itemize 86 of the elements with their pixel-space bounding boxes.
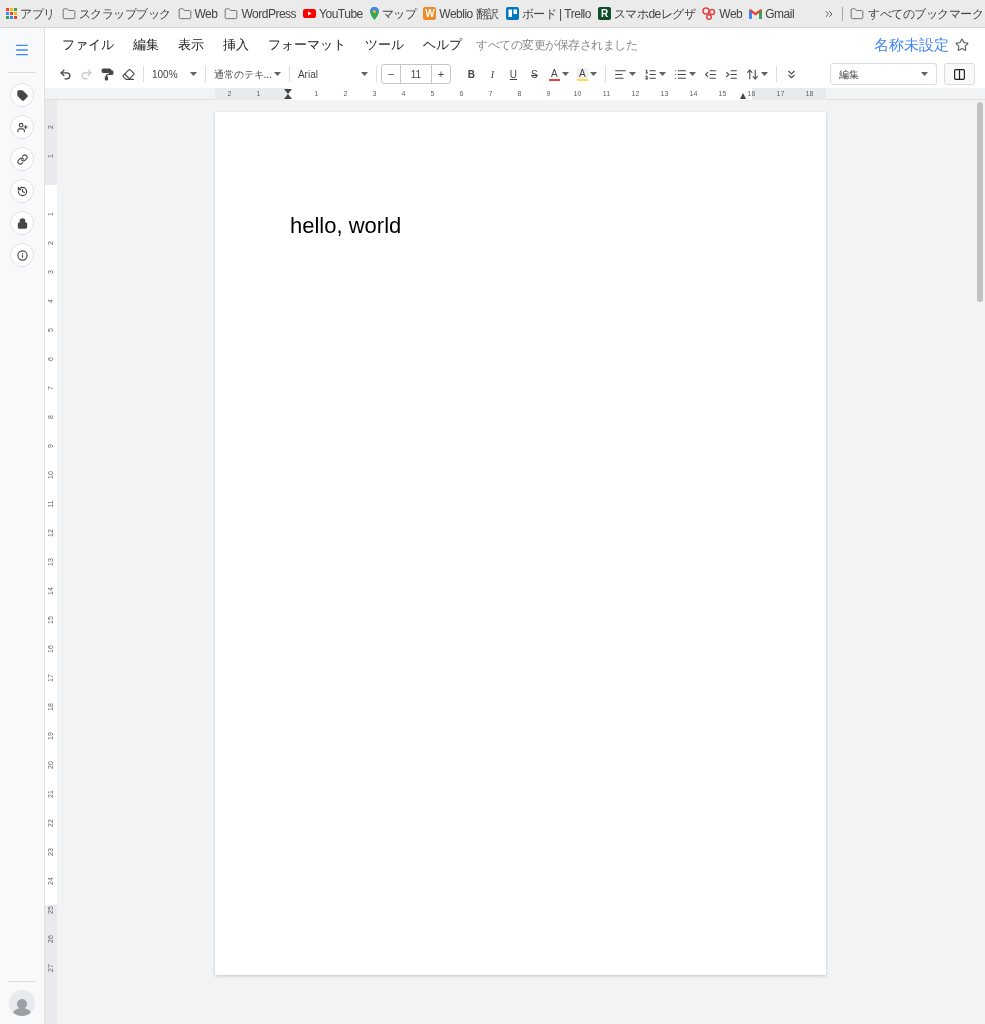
menu-item[interactable]: 表示 — [178, 35, 204, 55]
decrease-size-button[interactable]: − — [381, 65, 401, 83]
menu-item[interactable]: 編集 — [133, 35, 159, 55]
link-button[interactable] — [10, 147, 34, 171]
folder-icon — [61, 6, 76, 21]
style-dropdown[interactable]: 通常のテキ... — [209, 62, 285, 86]
folder-icon — [850, 6, 864, 21]
eraser-icon — [122, 67, 135, 81]
lock-icon — [16, 217, 28, 229]
tag-icon — [16, 89, 28, 101]
redo-icon — [80, 67, 93, 81]
italic-button[interactable]: I — [481, 62, 503, 86]
link-icon — [16, 153, 28, 165]
caret-icon — [561, 72, 569, 76]
caret-icon — [658, 72, 666, 76]
board-icon — [505, 7, 519, 20]
all-bookmarks-link[interactable]: すべてのブックマーク — [850, 4, 983, 23]
info-icon — [16, 249, 28, 261]
strikethrough-button[interactable]: S — [523, 62, 545, 86]
panel-toggle-button[interactable] — [944, 63, 975, 85]
bookmark-link[interactable]: Web — [702, 4, 743, 23]
menu-icon — [14, 42, 30, 58]
menu-item[interactable]: ファイル — [62, 35, 114, 55]
mail-icon — [749, 8, 763, 19]
lock-button[interactable] — [10, 211, 34, 235]
logo-icon: W — [423, 7, 437, 20]
document-text[interactable]: hello, world — [290, 209, 826, 242]
bookmark-link[interactable]: マップ — [369, 4, 417, 23]
caret-icon — [921, 72, 928, 76]
caret-icon — [688, 72, 696, 76]
circles-icon — [702, 7, 717, 20]
document-title[interactable]: 名称未設定 — [874, 33, 949, 57]
apps-grid-icon — [6, 8, 17, 19]
text-color-button[interactable]: A — [544, 62, 573, 86]
add-person-button[interactable] — [10, 115, 34, 139]
bookmark-link[interactable]: WordPress — [224, 4, 297, 23]
increase-indent-icon — [724, 67, 738, 81]
undo-icon — [59, 67, 72, 81]
caret-icon — [589, 72, 597, 76]
bulleted-list-icon — [673, 67, 687, 81]
star-button[interactable] — [955, 38, 969, 52]
caret-icon — [628, 72, 636, 76]
decrease-indent-icon — [703, 67, 717, 81]
bookmark-link[interactable]: スクラップブック — [61, 4, 171, 23]
numbered-list-icon — [643, 67, 657, 81]
caret-icon — [273, 72, 281, 76]
bold-button[interactable]: B — [460, 62, 482, 86]
folder-icon — [177, 6, 192, 21]
font-size-stepper[interactable]: − 11 + — [380, 64, 451, 84]
caret-icon — [189, 72, 197, 76]
folder-icon — [224, 6, 239, 21]
underline-button[interactable]: U — [502, 62, 524, 86]
indent-marker-icon[interactable] — [284, 89, 292, 99]
history-button[interactable] — [10, 179, 34, 203]
align-left-icon — [613, 67, 627, 81]
paint-roller-icon — [101, 67, 114, 81]
bookmark-link[interactable]: ボード | Trello — [505, 4, 591, 23]
tag-button[interactable] — [10, 83, 34, 107]
bookmark-link[interactable]: Gmail — [749, 4, 795, 23]
menu-item[interactable]: ツール — [365, 35, 404, 55]
highlight-button[interactable]: A — [572, 62, 601, 86]
menu-item[interactable]: フォーマット — [268, 35, 346, 55]
font-size-field[interactable]: 11 — [400, 65, 431, 83]
play-icon — [303, 9, 317, 18]
menu-item[interactable]: ヘルプ — [423, 35, 462, 55]
bookmark-link[interactable]: W Weblio 翻訳 — [423, 4, 499, 23]
line-spacing-icon — [745, 67, 759, 81]
caret-icon — [360, 72, 368, 76]
map-pin-icon — [369, 7, 379, 20]
menu-item[interactable]: 挿入 — [223, 35, 249, 55]
bookmark-link[interactable]: YouTube — [303, 4, 363, 23]
bookmark-link[interactable]: R スマホdeレグザ — [597, 4, 696, 23]
logo-icon: R — [597, 7, 611, 20]
increase-size-button[interactable]: + — [430, 65, 450, 83]
history-icon — [16, 185, 28, 197]
info-button[interactable] — [10, 243, 34, 267]
add-person-icon — [16, 121, 28, 133]
star-icon — [955, 38, 969, 52]
mode-dropdown[interactable]: 編集 — [830, 63, 937, 85]
two-columns-icon — [953, 67, 966, 81]
caret-icon — [760, 72, 768, 76]
save-status: すべての変更が保存されました — [476, 37, 637, 54]
zoom-dropdown[interactable]: 100% — [148, 62, 201, 86]
font-dropdown[interactable]: Arial — [293, 62, 372, 86]
bookmark-link[interactable]: Web — [177, 4, 218, 23]
bookmark-link[interactable]: アプリ — [6, 4, 55, 23]
